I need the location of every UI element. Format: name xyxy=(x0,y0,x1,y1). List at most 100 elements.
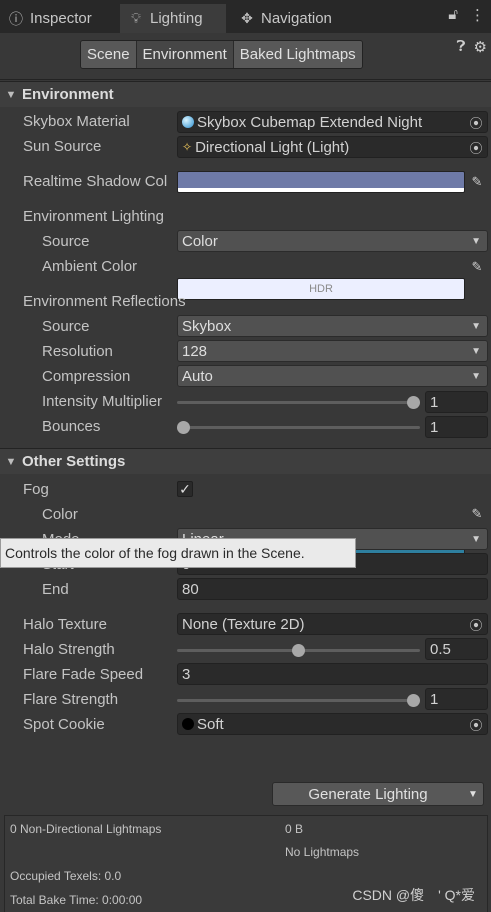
eyedropper-icon[interactable]: ✎ xyxy=(466,503,488,525)
tab-navigation-label: Navigation xyxy=(261,10,332,27)
halo-strength-slider-thumb[interactable] xyxy=(292,644,305,657)
tab-environment[interactable]: Environment xyxy=(136,41,234,68)
tab-inspector-label: Inspector xyxy=(30,10,92,27)
section-environment[interactable]: ▼ Environment xyxy=(0,81,491,107)
object-picker-icon[interactable]: ⦿ xyxy=(465,614,487,634)
spot-cookie-value: Soft xyxy=(197,715,224,733)
object-picker-icon[interactable]: ⦿ xyxy=(465,137,487,157)
lock-icon[interactable]: 🔓︎ xyxy=(448,6,458,24)
ambient-color-field[interactable]: HDR xyxy=(177,278,465,300)
lightmaps-size: 0 B xyxy=(285,822,304,836)
bounces-slider-track[interactable] xyxy=(177,426,420,429)
sun-source-field[interactable]: ✧ Directional Light (Light) ⦿ xyxy=(177,136,488,158)
total-bake-time: Total Bake Time: 0:00:00 xyxy=(10,893,143,907)
flare-fade-speed-input[interactable]: 3 xyxy=(177,663,488,685)
kebab-menu-icon[interactable]: ⋮ xyxy=(470,6,485,24)
sun-source-value: Directional Light (Light) xyxy=(195,138,350,156)
intensity-input[interactable]: 1 xyxy=(425,391,488,413)
intensity-multiplier-label: Intensity Multiplier xyxy=(42,393,163,410)
object-picker-icon[interactable]: ⦿ xyxy=(465,714,487,734)
bulb-icon: 💡︎ xyxy=(131,10,141,26)
bounces-input[interactable]: 1 xyxy=(425,416,488,438)
divider xyxy=(0,79,491,80)
tab-baked-lightmaps[interactable]: Baked Lightmaps xyxy=(233,41,362,68)
flare-strength-label: Flare Strength xyxy=(23,691,119,708)
fog-end-label: End xyxy=(42,581,69,598)
generate-lighting-label: Generate Lighting xyxy=(308,785,428,803)
resolution-label: Resolution xyxy=(42,343,113,360)
dropdown-arrow-icon: ▼ xyxy=(471,533,481,545)
reflection-source-label: Source xyxy=(42,318,90,335)
dropdown-arrow-icon[interactable]: ▼ xyxy=(463,789,483,800)
resolution-dropdown[interactable]: 128 ▼ xyxy=(177,340,488,362)
help-icon[interactable]: ❓︎ xyxy=(457,38,466,56)
tab-scene[interactable]: Scene xyxy=(81,41,137,68)
skybox-material-value: Skybox Cubemap Extended Night xyxy=(197,113,423,131)
tab-lighting-label: Lighting xyxy=(150,10,203,27)
shadow-color-swatch xyxy=(178,172,464,189)
halo-texture-field[interactable]: None (Texture 2D) ⦿ xyxy=(177,613,488,635)
tab-navigation[interactable]: ✥ Navigation xyxy=(231,4,351,33)
flare-strength-slider-thumb[interactable] xyxy=(407,694,420,707)
lighting-source-label: Source xyxy=(42,233,90,250)
generate-lighting-button[interactable]: Generate Lighting ▼ xyxy=(272,782,484,806)
compression-label: Compression xyxy=(42,368,131,385)
texture-icon xyxy=(182,718,194,730)
bounces-slider-thumb[interactable] xyxy=(177,421,190,434)
resolution-value: 128 xyxy=(182,342,208,360)
flare-strength-input[interactable]: 1 xyxy=(425,688,488,710)
sun-source-label: Sun Source xyxy=(23,138,102,155)
hdr-label: HDR xyxy=(309,283,333,295)
bounces-label: Bounces xyxy=(42,418,101,435)
shadow-color-label: Realtime Shadow Col xyxy=(23,173,168,190)
compression-value: Auto xyxy=(182,367,213,385)
eyedropper-icon[interactable]: ✎ xyxy=(466,256,488,278)
foldout-arrow-icon: ▼ xyxy=(5,455,17,468)
alpha-bar xyxy=(178,188,464,192)
halo-texture-label: Halo Texture xyxy=(23,616,107,633)
lighting-mode-tabs: Scene Environment Baked Lightmaps xyxy=(80,40,363,69)
intensity-slider-track[interactable] xyxy=(177,401,420,404)
gear-icon[interactable]: ⚙ xyxy=(474,38,487,56)
header-icons: ❓︎ ⚙ xyxy=(457,38,487,56)
lightmaps-count: 0 Non-Directional Lightmaps xyxy=(10,822,162,836)
halo-strength-input[interactable]: 0.5 xyxy=(425,638,488,660)
section-other-title: Other Settings xyxy=(22,453,126,470)
dropdown-arrow-icon: ▼ xyxy=(471,345,481,357)
light-icon: ✧ xyxy=(182,140,193,154)
eyedropper-icon[interactable]: ✎ xyxy=(466,171,488,193)
lighting-source-value: Color xyxy=(182,232,218,250)
halo-texture-value: None (Texture 2D) xyxy=(182,615,305,633)
reflection-source-dropdown[interactable]: Skybox ▼ xyxy=(177,315,488,337)
lighting-source-dropdown[interactable]: Color ▼ xyxy=(177,230,488,252)
compression-dropdown[interactable]: Auto ▼ xyxy=(177,365,488,387)
spot-cookie-field[interactable]: Soft ⦿ xyxy=(177,713,488,735)
fog-color-label: Color xyxy=(42,506,78,523)
fog-label: Fog xyxy=(23,481,49,498)
ambient-color-label: Ambient Color xyxy=(42,258,138,275)
skybox-material-field[interactable]: Skybox Cubemap Extended Night ⦿ xyxy=(177,111,488,133)
flare-fade-speed-label: Flare Fade Speed xyxy=(23,666,144,683)
material-sphere-icon xyxy=(182,116,194,128)
tab-inspector[interactable]: ⓘ Inspector xyxy=(0,4,118,33)
fog-end-input[interactable]: 80 xyxy=(177,578,488,600)
flare-strength-slider-track[interactable] xyxy=(177,699,420,702)
intensity-slider-thumb[interactable] xyxy=(407,396,420,409)
env-lighting-label: Environment Lighting xyxy=(23,208,164,225)
window-tools: 🔓︎ ⋮ xyxy=(448,6,485,24)
dropdown-arrow-icon: ▼ xyxy=(471,235,481,247)
occupied-texels: Occupied Texels: 0.0 xyxy=(10,869,122,883)
section-other-settings[interactable]: ▼ Other Settings xyxy=(0,448,491,474)
env-reflections-label: Environment Reflections xyxy=(23,293,186,310)
dropdown-arrow-icon: ▼ xyxy=(471,370,481,382)
shadow-color-field[interactable] xyxy=(177,171,465,193)
foldout-arrow-icon: ▼ xyxy=(5,88,17,101)
info-icon: ⓘ xyxy=(9,10,23,27)
fog-checkbox[interactable]: ✓ xyxy=(177,481,193,497)
skybox-material-label: Skybox Material xyxy=(23,113,130,130)
halo-strength-label: Halo Strength xyxy=(23,641,115,658)
object-picker-icon[interactable]: ⦿ xyxy=(465,112,487,132)
navigation-icon: ✥ xyxy=(241,10,253,26)
reflection-source-value: Skybox xyxy=(182,317,232,335)
tab-lighting[interactable]: 💡︎ Lighting xyxy=(120,4,226,33)
